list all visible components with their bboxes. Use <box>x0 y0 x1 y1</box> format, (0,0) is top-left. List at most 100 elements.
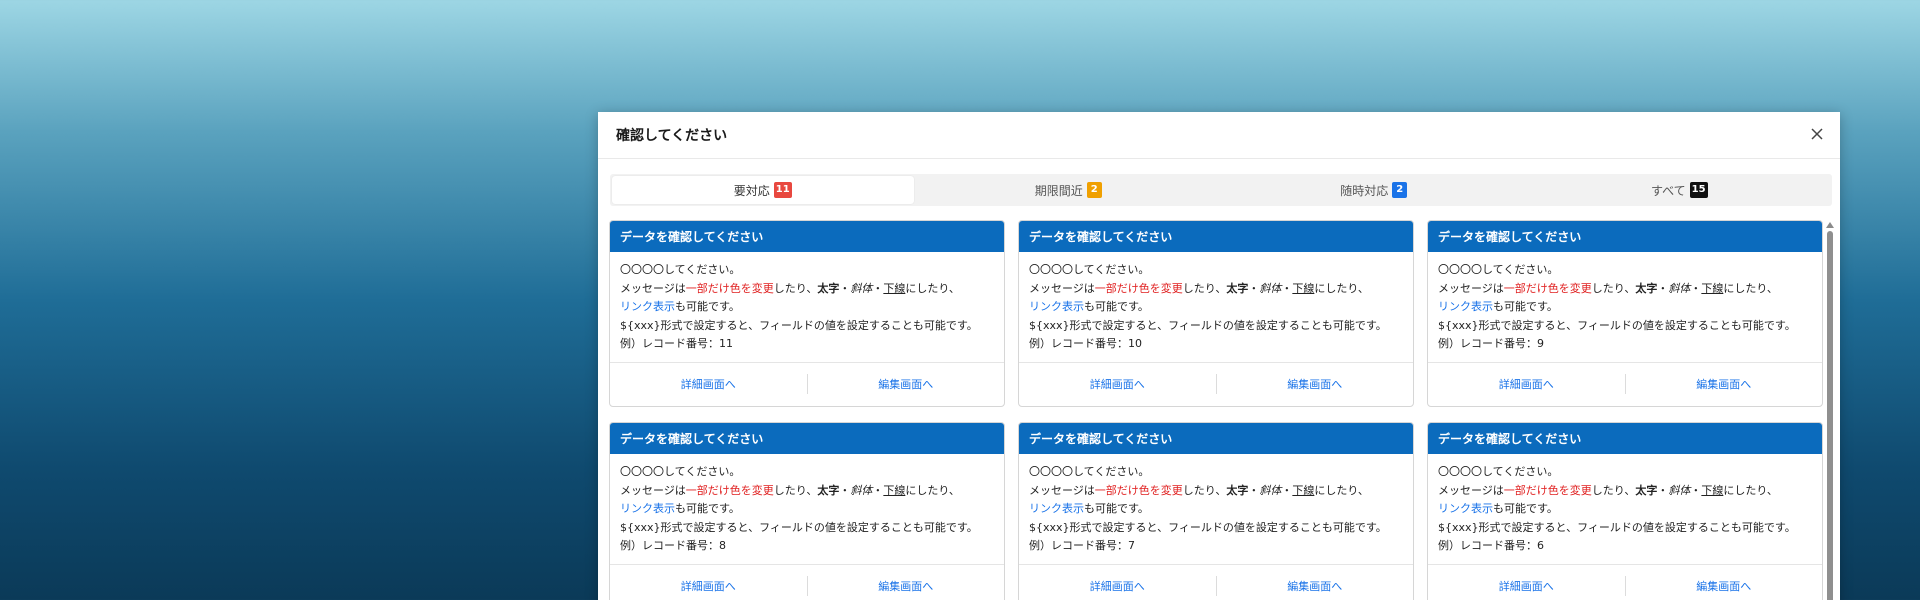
tab-3[interactable]: すべて 15 <box>1529 176 1831 204</box>
message-text: したり、 <box>773 281 818 295</box>
inline-link[interactable]: リンク表示 <box>620 502 675 515</box>
card-footer: 詳細画面へ 編集画面へ <box>1019 363 1413 405</box>
tab-label: 期限間近 <box>1034 183 1083 198</box>
record-number: 11 <box>719 337 733 350</box>
message-line: ${xxx}形式で設定すると、フィールドの値を設定することも可能です。 <box>1029 318 1387 332</box>
record-label: 例）レコード番号： <box>1438 337 1537 350</box>
card-title: データを確認してください <box>1019 221 1413 252</box>
italic-text: 斜体 <box>1259 281 1282 295</box>
red-text: 一部だけ色を変更 <box>685 281 774 295</box>
message-line: 〇〇〇〇してください。 <box>1438 465 1559 478</box>
dialog-header: 確認してください <box>598 112 1840 159</box>
separator: ・ <box>1690 281 1702 295</box>
separator: ・ <box>1281 281 1293 295</box>
message-card: データを確認してください〇〇〇〇してください。 メッセージは一部だけ色を変更したり… <box>609 220 1005 407</box>
red-text: 一部だけ色を変更 <box>1094 281 1183 295</box>
italic-text: 斜体 <box>850 483 873 497</box>
inline-link[interactable]: リンク表示 <box>1029 502 1084 515</box>
message-line: 〇〇〇〇してください。 <box>620 263 741 276</box>
scroll-up-arrow-icon[interactable] <box>1826 222 1834 228</box>
tab-1[interactable]: 期限間近 2 <box>918 176 1220 204</box>
message-card: データを確認してください 〇〇〇〇してください。 メッセージは一部だけ色を変更したり… <box>1018 422 1414 600</box>
edit-view-button[interactable]: 編集画面へ <box>1217 578 1414 594</box>
record-number: 6 <box>1537 539 1544 552</box>
tab-label: すべて <box>1650 183 1686 198</box>
detail-view-button[interactable]: 詳細画面へ <box>1428 578 1625 594</box>
message-text: したり、 <box>1182 281 1227 295</box>
underlined-text: 下線 <box>883 281 906 295</box>
inline-link[interactable]: リンク表示 <box>1029 300 1084 313</box>
italic-text: 斜体 <box>1668 281 1691 295</box>
separator: ・ <box>839 483 851 497</box>
tab-count-badge: 2 <box>1086 182 1102 198</box>
tab-0[interactable]: 要対応 11 <box>612 176 914 204</box>
message-text: メッセージは <box>620 483 686 497</box>
scrollbar-thumb[interactable] <box>1827 231 1833 600</box>
record-number: 10 <box>1128 337 1142 350</box>
red-text: 一部だけ色を変更 <box>685 483 774 497</box>
message-line: 〇〇〇〇してください。 <box>1029 263 1150 276</box>
message-text: メッセージは <box>620 281 686 295</box>
tab-label: 随時対応 <box>1340 183 1389 198</box>
close-button[interactable] <box>1806 123 1828 145</box>
card-footer: 詳細画面へ 編集画面へ <box>610 565 1004 600</box>
card-title: データを確認してください <box>1019 423 1413 454</box>
detail-view-button[interactable]: 詳細画面へ <box>1019 578 1216 594</box>
edit-view-button[interactable]: 編集画面へ <box>1626 376 1823 392</box>
red-text: 一部だけ色を変更 <box>1503 281 1592 295</box>
record-number: 7 <box>1128 539 1135 552</box>
record-number: 8 <box>719 539 726 552</box>
message-text: したり、 <box>1182 483 1227 497</box>
tab-label: 要対応 <box>733 183 770 198</box>
edit-view-button[interactable]: 編集画面へ <box>1217 376 1414 392</box>
message-text: にしたり、 <box>1723 281 1778 295</box>
edit-view-button[interactable]: 編集画面へ <box>1626 578 1823 594</box>
message-text: したり、 <box>1591 483 1636 497</box>
message-card: データを確認してください 〇〇〇〇してください。 メッセージは一部だけ色を変更したり… <box>1427 220 1823 407</box>
detail-view-button[interactable]: 詳細画面へ <box>610 578 807 594</box>
message-text: にしたり、 <box>905 483 960 497</box>
underlined-text: 下線 <box>1701 483 1724 497</box>
message-text: も可能です。 <box>1084 300 1149 313</box>
detail-view-button[interactable]: 詳細画面へ <box>1019 376 1216 392</box>
scrollbar[interactable] <box>1826 220 1834 600</box>
message-line: 〇〇〇〇してください。 <box>1029 465 1150 478</box>
record-label: 例）レコード番号： <box>1029 337 1128 350</box>
tab-count-badge: 15 <box>1689 182 1708 198</box>
edit-view-button[interactable]: 編集画面へ <box>808 578 1005 594</box>
detail-view-button[interactable]: 詳細画面へ <box>1428 376 1625 392</box>
separator: ・ <box>872 281 884 295</box>
bold-text: 太字 <box>817 281 840 295</box>
message-line: ${xxx}形式で設定すると、フィールドの値を設定することも可能です。 <box>1438 318 1796 332</box>
record-label: 例）レコード番号： <box>620 337 719 350</box>
tab-2[interactable]: 随時対応 2 <box>1223 176 1525 204</box>
separator: ・ <box>1248 281 1260 295</box>
card-title: データを確認してください <box>1428 423 1822 454</box>
record-label: 例）レコード番号： <box>1029 539 1128 552</box>
edit-view-button[interactable]: 編集画面へ <box>808 376 1005 392</box>
message-line: 〇〇〇〇してください。 <box>1438 263 1559 276</box>
italic-text: 斜体 <box>1259 483 1282 497</box>
inline-link[interactable]: リンク表示 <box>1438 502 1493 515</box>
record-label: 例）レコード番号： <box>620 539 719 552</box>
bold-text: 太字 <box>1635 483 1658 497</box>
underlined-text: 下線 <box>1292 281 1315 295</box>
red-text: 一部だけ色を変更 <box>1503 483 1592 497</box>
card-footer: 詳細画面へ 編集画面へ <box>1428 565 1822 600</box>
tab-count-badge: 11 <box>773 182 792 198</box>
message-card: データを確認してください 〇〇〇〇してください。 メッセージは一部だけ色を変更したり… <box>1018 220 1414 407</box>
card-title: データを確認してください <box>610 423 1004 454</box>
tab-bar: 要対応 11 期限間近 2 随時対応 2 すべて 15 <box>610 174 1832 206</box>
card-body: 〇〇〇〇してください。 メッセージは一部だけ色を変更したり、太字・斜体・下線にした… <box>610 454 1004 565</box>
separator: ・ <box>1657 483 1669 497</box>
underlined-text: 下線 <box>1292 483 1315 497</box>
bold-text: 太字 <box>1226 483 1249 497</box>
separator: ・ <box>1281 483 1293 497</box>
card-body: 〇〇〇〇してください。 メッセージは一部だけ色を変更したり、太字・斜体・下線にした… <box>610 252 1004 363</box>
inline-link[interactable]: リンク表示 <box>1438 300 1493 313</box>
card-title: データを確認してください <box>610 221 1004 252</box>
inline-link[interactable]: リンク表示 <box>620 300 675 313</box>
message-text: したり、 <box>773 483 818 497</box>
italic-text: 斜体 <box>1668 483 1691 497</box>
detail-view-button[interactable]: 詳細画面へ <box>610 376 807 392</box>
